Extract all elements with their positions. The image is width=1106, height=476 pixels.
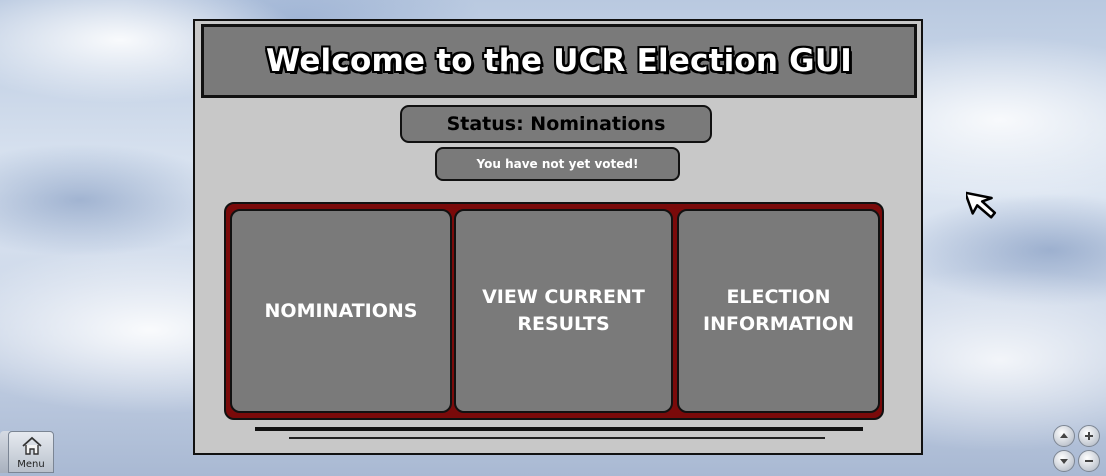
vote-status-label: You have not yet voted! bbox=[476, 157, 639, 171]
plus-icon bbox=[1085, 432, 1093, 440]
election-information-button-label: ELECTION INFORMATION bbox=[703, 286, 854, 335]
divider-line bbox=[289, 437, 825, 439]
election-information-button[interactable]: ELECTION INFORMATION bbox=[677, 209, 880, 413]
menu-button[interactable]: Menu bbox=[8, 431, 54, 473]
pan-down-button[interactable] bbox=[1053, 450, 1075, 472]
arrow-up-icon bbox=[1060, 433, 1068, 438]
vote-status-badge: You have not yet voted! bbox=[435, 147, 680, 181]
pan-up-button[interactable] bbox=[1053, 425, 1075, 447]
menu-label: Menu bbox=[17, 459, 45, 470]
view-current-results-button-label: VIEW CURRENT RESULTS bbox=[482, 286, 645, 335]
view-current-results-button[interactable]: VIEW CURRENT RESULTS bbox=[454, 209, 673, 413]
zoom-in-button[interactable] bbox=[1078, 425, 1100, 447]
status-label: Status: Nominations bbox=[446, 113, 666, 135]
title-bar: Welcome to the UCR Election GUI bbox=[201, 24, 917, 98]
minus-icon bbox=[1085, 460, 1093, 462]
page-title: Welcome to the UCR Election GUI bbox=[266, 43, 852, 79]
status-badge: Status: Nominations bbox=[400, 105, 712, 143]
nominations-button-label: NOMINATIONS bbox=[264, 299, 418, 322]
nominations-button[interactable]: NOMINATIONS bbox=[230, 209, 452, 413]
election-panel: Welcome to the UCR Election GUI Status: … bbox=[193, 19, 923, 455]
home-icon bbox=[22, 436, 42, 455]
zoom-out-button[interactable] bbox=[1078, 450, 1100, 472]
arrow-down-icon bbox=[1060, 459, 1068, 464]
mouse-cursor-icon bbox=[966, 191, 997, 219]
options-frame: NOMINATIONS VIEW CURRENT RESULTS ELECTIO… bbox=[224, 202, 884, 420]
divider-line bbox=[255, 427, 863, 431]
